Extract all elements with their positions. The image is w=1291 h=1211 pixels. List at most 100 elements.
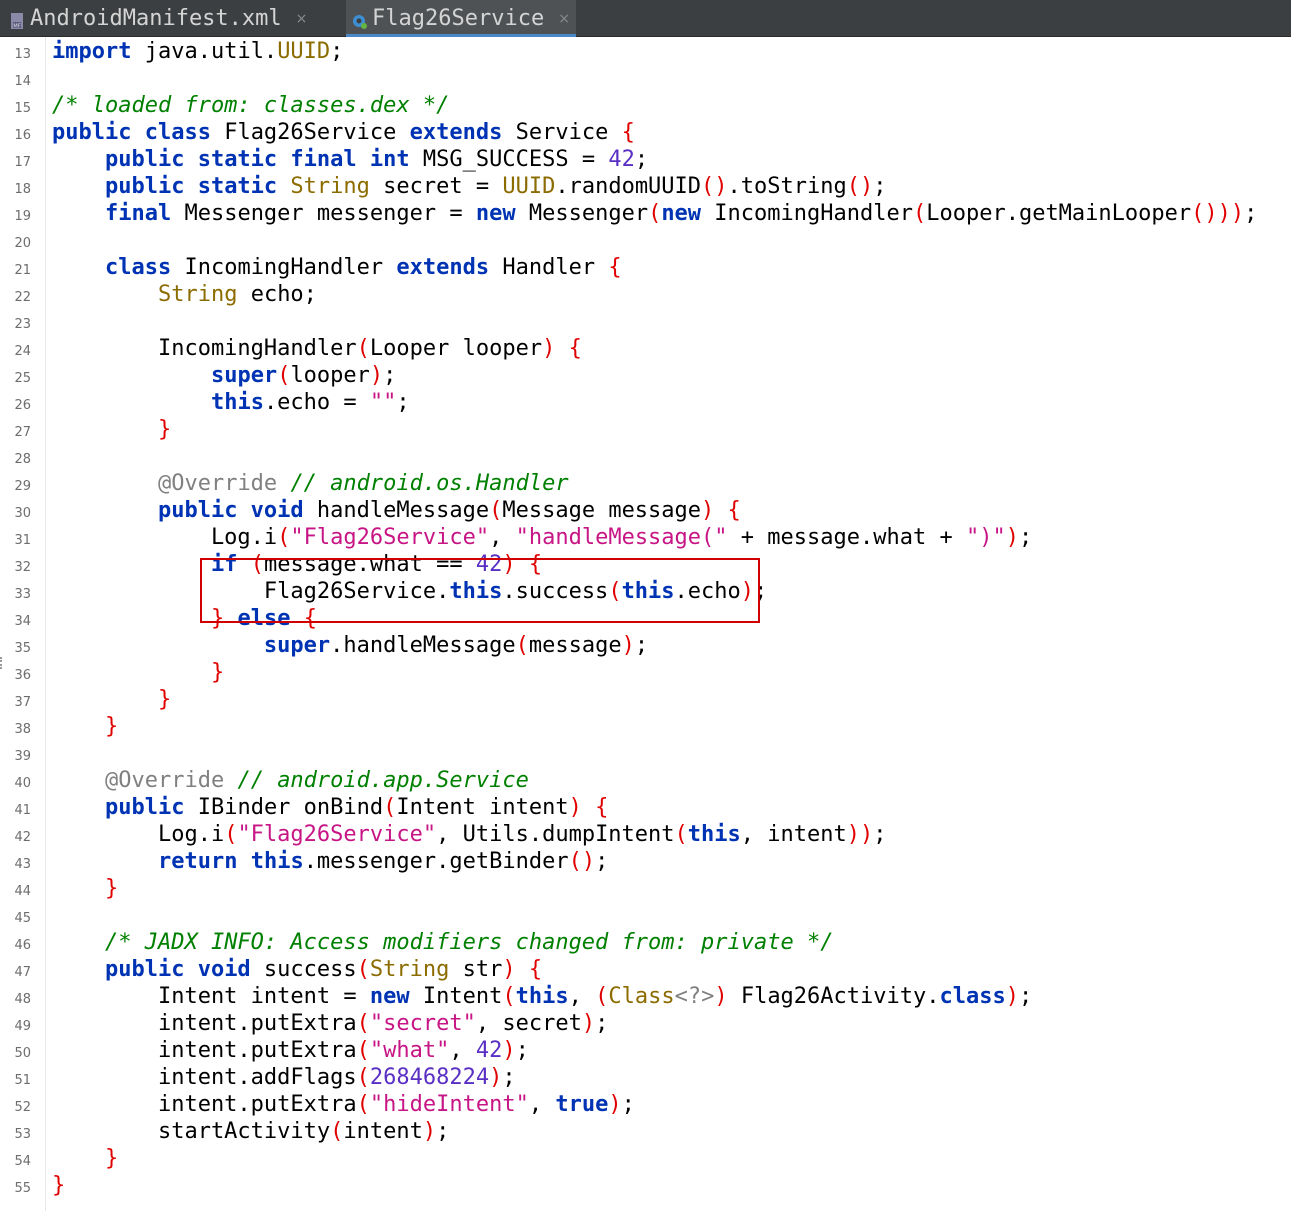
code-line[interactable]: 49 intent.putExtra("secret", secret); — [0, 1010, 1291, 1037]
code-token: , — [568, 984, 596, 1009]
code-line[interactable]: 35 super.handleMessage(message); — [0, 632, 1291, 659]
code-token: int — [369, 147, 410, 172]
code-line[interactable]: 42 Log.i("Flag26Service", Utils.dumpInte… — [0, 821, 1291, 848]
code-line[interactable]: 44 } — [0, 875, 1291, 902]
code-token: ; — [383, 363, 397, 388]
code-token: ; — [634, 147, 649, 172]
code-line[interactable]: 51 intent.addFlags(268468224); — [0, 1064, 1291, 1091]
tab-android-manifest[interactable]: MF AndroidManifest.xml × — [10, 0, 340, 37]
tab-label: AndroidManifest.xml — [30, 6, 282, 31]
code-line[interactable]: 38 } — [0, 713, 1291, 740]
code-token: intent.addFlags — [52, 1065, 357, 1090]
line-number: 32 — [14, 560, 31, 575]
code-line[interactable]: 37 } — [0, 686, 1291, 713]
code-line[interactable]: 34 } else { — [0, 605, 1291, 632]
line-number: 43 — [14, 857, 31, 872]
code-line[interactable]: 17 public static final int MSG_SUCCESS =… — [0, 146, 1291, 173]
tab-flag26-service[interactable]: Flag26Service × — [346, 0, 576, 37]
code-line[interactable]: 18 public static String secret = UUID.ra… — [0, 173, 1291, 200]
code-line[interactable]: 13 import java.util.UUID; — [0, 38, 1291, 65]
svg-text:MF: MF — [13, 23, 20, 29]
close-icon[interactable]: × — [296, 11, 308, 27]
code-line[interactable]: 43 return this.messenger.getBinder(); — [0, 848, 1291, 875]
code-line[interactable]: 25 super(looper); — [0, 362, 1291, 389]
code-token: ; — [873, 174, 887, 199]
code-line[interactable]: 29 @Override // android.os.Handler — [0, 470, 1291, 497]
code-line[interactable]: 19 final Messenger messenger = new Messe… — [0, 200, 1291, 227]
code-line[interactable]: 36 } — [0, 659, 1291, 686]
code-token: UUID — [502, 174, 556, 199]
code-line[interactable]: 32 if (message.what == 42) { — [0, 551, 1291, 578]
code-token: , — [528, 1092, 556, 1117]
code-line[interactable]: 41 public IBinder onBind(Intent intent) … — [0, 794, 1291, 821]
code-token: Flag26Service — [210, 120, 410, 145]
code-text: class IncomingHandler extends Handler { — [52, 254, 622, 281]
code-line[interactable]: 28 — [0, 443, 1291, 470]
code-line[interactable]: 15 /* loaded from: classes.dex */ — [0, 92, 1291, 119]
code-token: message.what == — [263, 552, 476, 577]
code-line[interactable]: 40 @Override // android.app.Service — [0, 767, 1291, 794]
code-line[interactable]: 20 — [0, 227, 1291, 254]
code-token: } — [210, 606, 225, 631]
code-line[interactable]: 24 IncomingHandler(Looper looper) { — [0, 335, 1291, 362]
code-token: ) — [369, 363, 384, 388]
line-number: 20 — [14, 236, 31, 251]
code-line[interactable]: 22 String echo; — [0, 281, 1291, 308]
code-token: ( — [912, 201, 927, 226]
code-line[interactable]: 30 public void handleMessage(Message mes… — [0, 497, 1291, 524]
code-text: /* JADX INFO: Access modifiers changed f… — [52, 929, 833, 956]
code-token: ( — [595, 984, 609, 1009]
code-line[interactable]: 45 — [0, 902, 1291, 929]
code-line[interactable]: 31 Log.i("Flag26Service", "handleMessage… — [0, 524, 1291, 551]
code-token: this — [210, 390, 264, 415]
code-line[interactable]: 53 startActivity(intent); — [0, 1118, 1291, 1145]
code-line[interactable]: 23 — [0, 308, 1291, 335]
code-token: + message.what + — [727, 525, 966, 550]
code-line[interactable]: 21 class IncomingHandler extends Handler… — [0, 254, 1291, 281]
code-line[interactable]: 33 Flag26Service.this.success(this.echo)… — [0, 578, 1291, 605]
code-line[interactable]: 52 intent.putExtra("hideIntent", true); — [0, 1091, 1291, 1118]
code-line[interactable]: 14 — [0, 65, 1291, 92]
code-token: IncomingHandler — [52, 336, 357, 361]
line-number: 15 — [14, 101, 31, 116]
code-token: ( — [277, 525, 291, 550]
code-token: Intent intent — [396, 795, 569, 820]
code-line[interactable]: 54 } — [0, 1145, 1291, 1172]
code-text: } — [52, 875, 118, 902]
code-token: Intent intent = — [52, 984, 370, 1009]
code-token: success — [250, 957, 357, 982]
line-number: 30 — [14, 506, 31, 521]
line-number: 41 — [14, 803, 31, 818]
code-token: .success — [502, 579, 609, 604]
code-line[interactable]: 50 intent.putExtra("what", 42); — [0, 1037, 1291, 1064]
code-editor[interactable]: 12import io.hextree.attacksurface.activi… — [0, 37, 1291, 1211]
code-line[interactable]: 26 this.echo = ""; — [0, 389, 1291, 416]
code-token: true — [555, 1092, 609, 1117]
code-line[interactable]: 27 } — [0, 416, 1291, 443]
code-token: String — [157, 282, 238, 307]
code-token: // android.os.Handler — [290, 471, 569, 496]
code-token: else — [237, 606, 291, 631]
code-line[interactable]: 55} — [0, 1172, 1291, 1199]
line-number: 18 — [14, 182, 31, 197]
code-text: } — [52, 1145, 118, 1172]
code-line[interactable]: 48 Intent intent = new Intent(this, (Cla… — [0, 983, 1291, 1010]
code-line[interactable]: 39 — [0, 740, 1291, 767]
code-line[interactable]: 47 public void success(String str) { — [0, 956, 1291, 983]
code-token: ( — [515, 633, 529, 658]
code-text: public class Flag26Service extends Servi… — [52, 119, 635, 146]
code-token: { — [528, 552, 543, 577]
code-line[interactable]: 46 /* JADX INFO: Access modifiers change… — [0, 929, 1291, 956]
code-line[interactable]: 16 public class Flag26Service extends Ser… — [0, 119, 1291, 146]
code-text: public IBinder onBind(Intent intent) { — [52, 794, 608, 821]
close-icon[interactable]: × — [558, 11, 570, 27]
code-token: ) — [422, 1119, 437, 1144]
code-token: public void — [157, 498, 304, 523]
